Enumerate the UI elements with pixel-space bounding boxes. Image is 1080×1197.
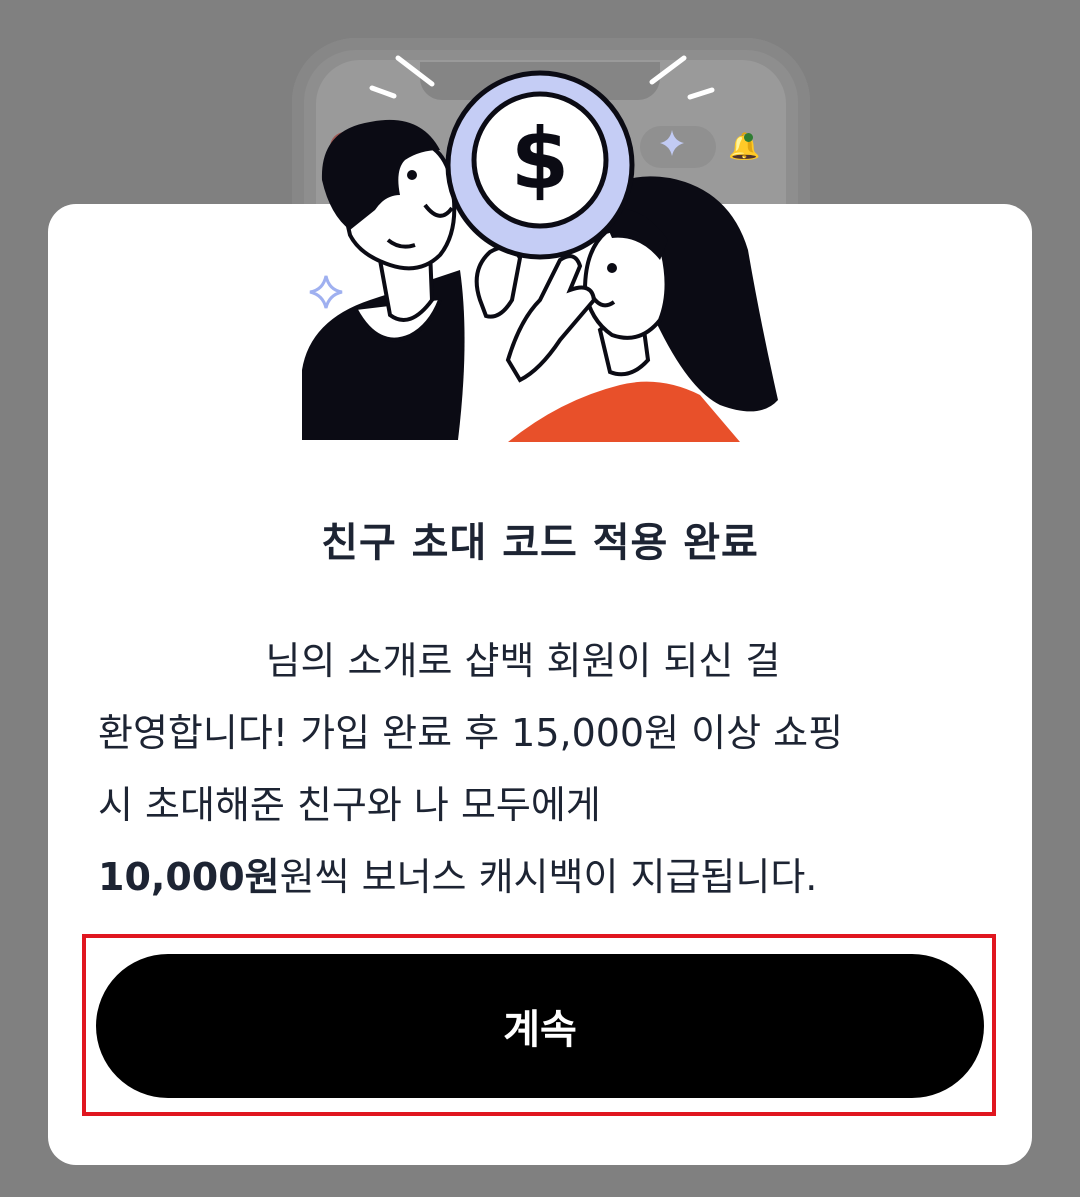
bonus-amount: 10,000원	[98, 855, 280, 899]
description-line: 10,000원원씩 보너스 캐시백이 지급됩니다.	[98, 841, 988, 913]
modal-description: 님의 소개로 샵백 회원이 되신 걸 환영합니다! 가입 완료 후 15,000…	[98, 625, 988, 913]
friends-cashback-illustration: $	[302, 55, 778, 442]
description-line: 님의 소개로 샵백 회원이 되신 걸	[265, 639, 781, 683]
sparkle-icon	[309, 275, 343, 309]
sparkle-icon	[660, 130, 684, 156]
modal-title: 친구 초대 코드 적용 완료	[321, 520, 759, 566]
continue-button[interactable]: 계속	[96, 954, 984, 1098]
description-line: 환영합니다! 가입 완료 후 15,000원 이상 쇼핑	[98, 711, 844, 755]
bonus-text: 원씩 보너스 캐시백이 지급됩니다.	[279, 855, 818, 899]
description-line: 시 초대해준 친구와 나 모두에게	[98, 783, 601, 827]
coin-symbol: $	[511, 110, 569, 208]
dollar-coin-icon: $	[445, 70, 635, 260]
